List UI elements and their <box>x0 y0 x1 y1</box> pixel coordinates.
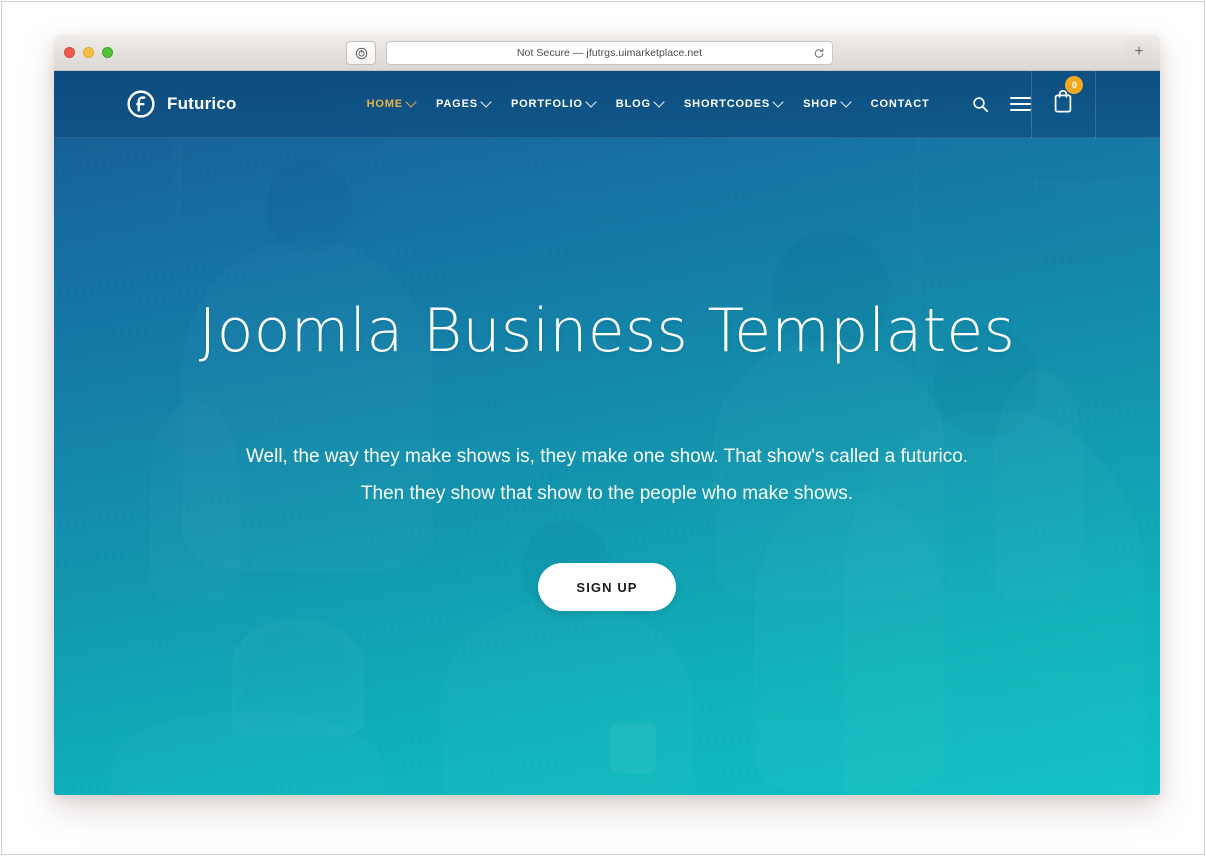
nav-item-contact[interactable]: CONTACT <box>871 98 930 110</box>
chevron-down-icon <box>405 96 417 108</box>
url-text: Not Secure — jfutrgs.uimarketplace.net <box>516 47 703 59</box>
signup-button[interactable]: SIGN UP <box>538 563 676 612</box>
brand-name: Futurico <box>167 94 237 113</box>
nav-item-home[interactable]: HOME <box>366 96 417 110</box>
hero-subtitle-line-1: Well, the way they make shows is, they m… <box>245 446 969 468</box>
nav-item-shortcodes[interactable]: SHORTCODES <box>683 96 784 110</box>
nav-item-blog[interactable]: BLOG <box>615 96 665 110</box>
hamburger-menu-icon[interactable] <box>1009 97 1031 111</box>
nav-item-label: SHORTCODES <box>683 98 771 110</box>
main-navigation: HOME PAGES PORTFOLIO BLOG SHORTCODES SHO… <box>366 96 930 110</box>
site-viewport: Futurico HOME PAGES PORTFOLIO BLOG SHORT… <box>54 71 1160 795</box>
futurico-circle-f-logo-icon <box>126 89 156 119</box>
navbar-tools <box>972 96 1031 113</box>
window-controls <box>64 47 113 58</box>
new-tab-button[interactable]: + <box>1126 40 1152 64</box>
browser-window: Not Secure — jfutrgs.uimarketplace.net + <box>54 35 1160 795</box>
shopping-bag-icon <box>1052 90 1074 118</box>
hero-section: Joomla Business Templates Well, the way … <box>54 138 1160 795</box>
page-frame: Not Secure — jfutrgs.uimarketplace.net + <box>1 1 1205 855</box>
hero-subtitle-line-2: Then they show that show to the people w… <box>360 482 854 504</box>
reader-view-icon[interactable] <box>346 41 376 65</box>
nav-item-shop[interactable]: SHOP <box>803 96 852 110</box>
nav-item-label: SHOP <box>803 98 838 110</box>
nav-item-label: BLOG <box>615 98 651 110</box>
nav-item-label: PAGES <box>436 98 478 110</box>
chevron-down-icon <box>840 96 852 108</box>
brand-logo[interactable]: Futurico <box>126 89 237 119</box>
reload-icon[interactable] <box>812 47 825 60</box>
navbar-right-spacer <box>1095 71 1160 138</box>
nav-item-label: CONTACT <box>870 98 930 110</box>
nav-item-label: HOME <box>366 98 403 110</box>
hero-subtitle: Well, the way they make shows is, they m… <box>246 439 968 512</box>
site-navbar: Futurico HOME PAGES PORTFOLIO BLOG SHORT… <box>54 71 1160 138</box>
zoom-button[interactable] <box>102 47 113 58</box>
search-icon[interactable] <box>972 96 989 113</box>
cart-count-badge: 0 <box>1065 76 1084 94</box>
minimize-button[interactable] <box>83 47 94 58</box>
nav-item-pages[interactable]: PAGES <box>436 96 492 110</box>
chevron-down-icon <box>772 96 784 108</box>
nav-item-portfolio[interactable]: PORTFOLIO <box>510 96 597 110</box>
chevron-down-icon <box>653 96 665 108</box>
close-button[interactable] <box>64 47 75 58</box>
cart-button[interactable]: 0 <box>1030 71 1096 138</box>
chevron-down-icon <box>585 96 597 108</box>
hero-title: Joomla Business Templates <box>198 296 1016 366</box>
chevron-down-icon <box>480 96 492 108</box>
browser-titlebar: Not Secure — jfutrgs.uimarketplace.net + <box>54 35 1160 71</box>
nav-item-label: PORTFOLIO <box>510 98 583 110</box>
address-bar[interactable]: Not Secure — jfutrgs.uimarketplace.net <box>386 41 833 65</box>
